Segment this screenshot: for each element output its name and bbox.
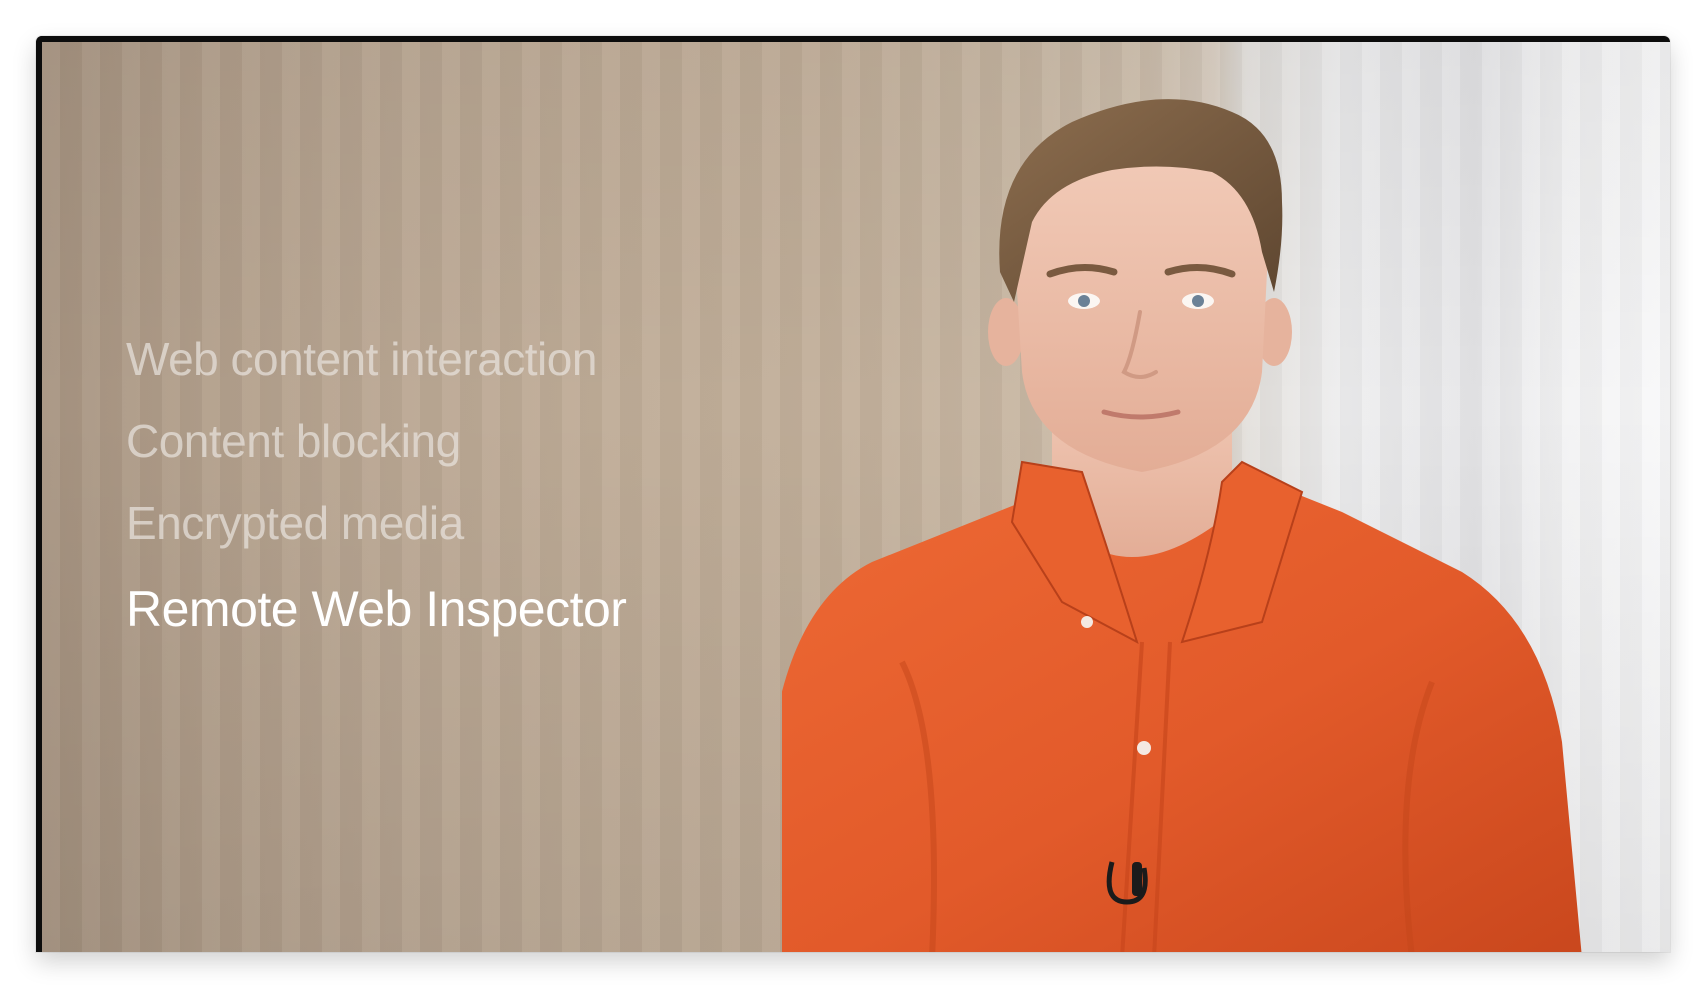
video-frame[interactable]: Web content interaction Content blocking… [36, 36, 1670, 952]
bullet-web-content-interaction: Web content interaction [126, 333, 597, 385]
slide-bullet-list: Web content interaction Content blocking… [126, 318, 627, 650]
presenter-figure [782, 99, 1582, 952]
iris-left [1078, 295, 1090, 307]
bullet-remote-web-inspector: Remote Web Inspector [126, 581, 627, 637]
bullet-content-blocking: Content blocking [126, 415, 461, 467]
shirt-button [1081, 616, 1093, 628]
bullet-encrypted-media: Encrypted media [126, 497, 464, 549]
iris-right [1192, 295, 1204, 307]
shirt-button [1137, 741, 1151, 755]
page: Web content interaction Content blocking… [0, 0, 1706, 988]
